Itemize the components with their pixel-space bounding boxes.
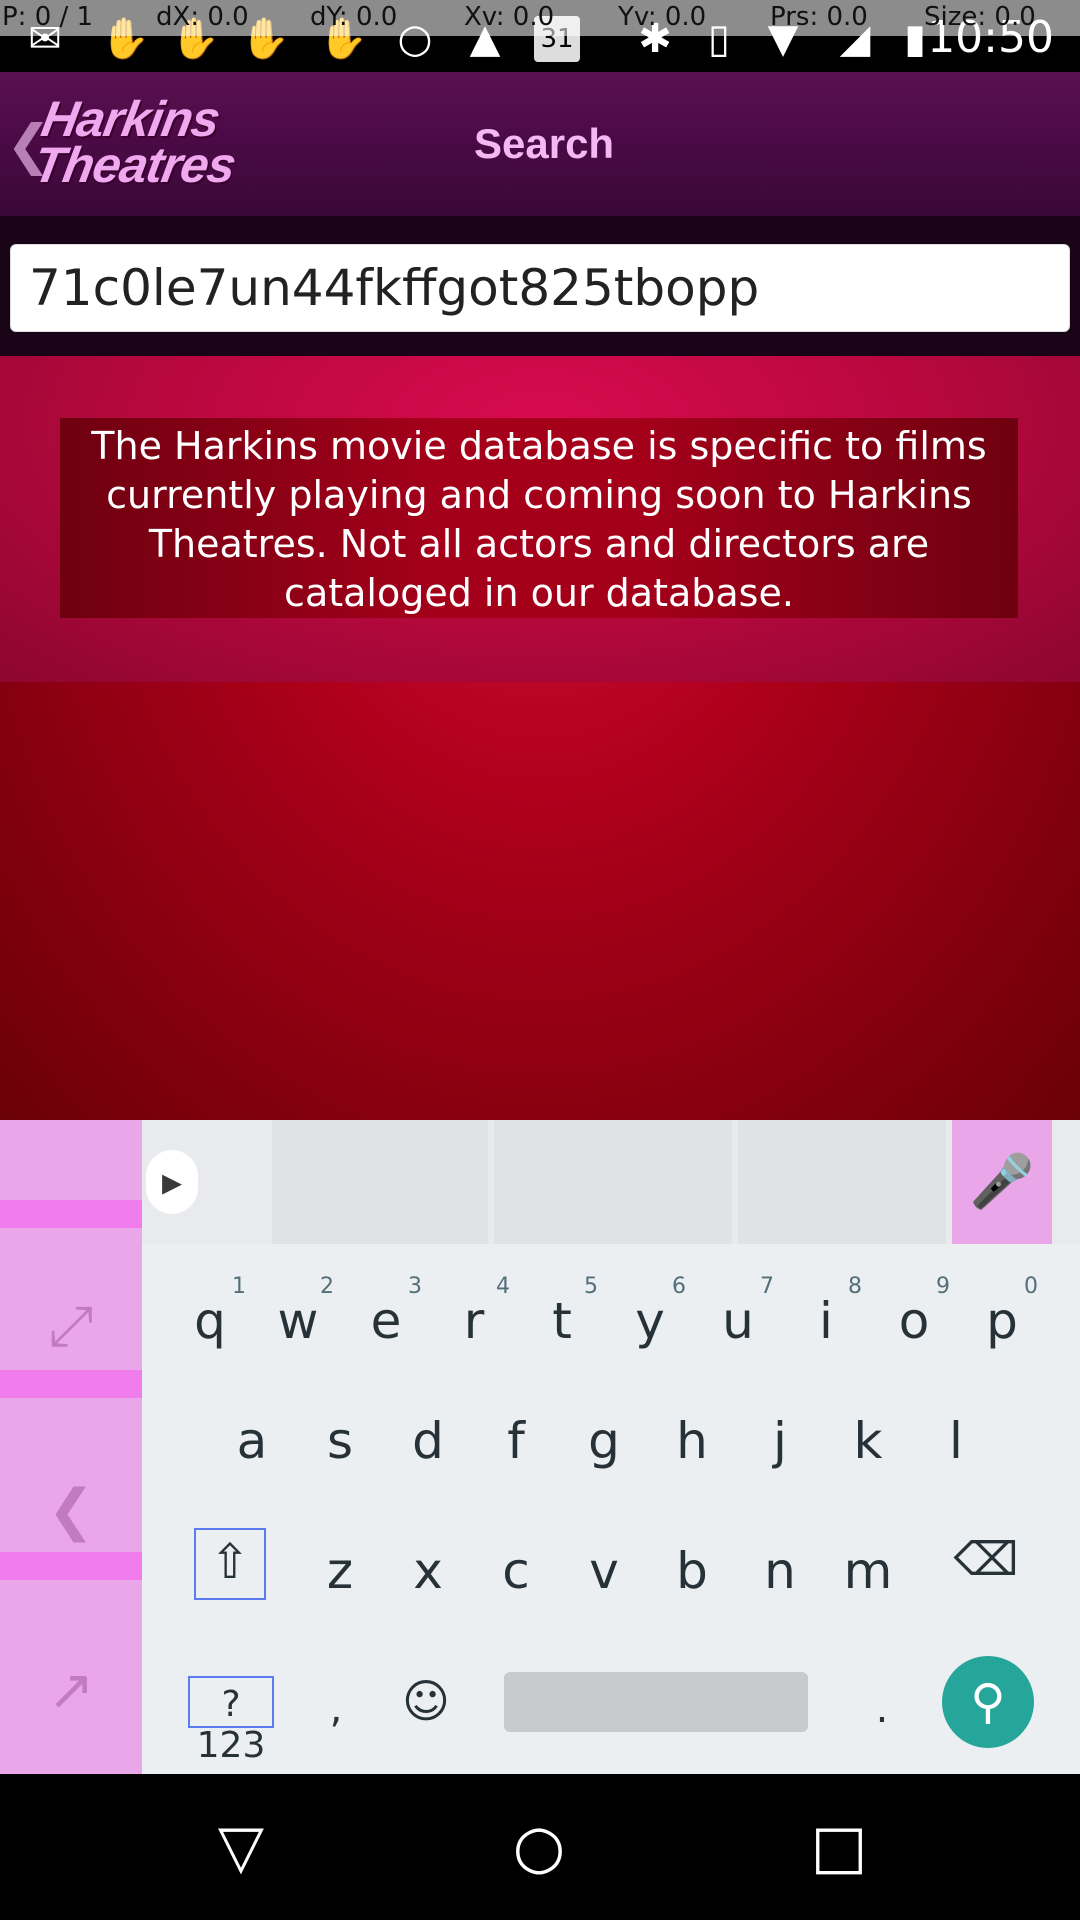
debug-size: Size: 0.0 <box>924 2 1036 32</box>
key-u[interactable]: u7 <box>698 1270 778 1370</box>
search-input[interactable] <box>10 244 1070 332</box>
home-circle-icon[interactable]: ○ <box>504 1812 574 1882</box>
search-key[interactable]: ⚲ <box>942 1656 1034 1748</box>
key-a[interactable]: a <box>212 1390 292 1490</box>
pointer-debug-overlay: P: 0 / 1 dX: 0.0 dY: 0.0 Xv: 0.0 Yv: 0.0… <box>0 0 1080 36</box>
key-s[interactable]: s <box>300 1390 380 1490</box>
key-h[interactable]: h <box>652 1390 732 1490</box>
key-x[interactable]: x <box>388 1520 468 1620</box>
content-area: The Harkins movie database is specific t… <box>0 356 1080 1120</box>
symbols-key[interactable]: ?123 <box>188 1676 274 1766</box>
debug-dx: dX: 0.0 <box>156 2 249 32</box>
key-d[interactable]: d <box>388 1390 468 1490</box>
spacebar[interactable] <box>504 1672 808 1732</box>
key-g[interactable]: g <box>564 1390 644 1490</box>
key-r[interactable]: r4 <box>434 1270 514 1370</box>
search-icon: ⚲ <box>970 1674 1006 1730</box>
key-q[interactable]: q1 <box>170 1270 250 1370</box>
side-panel-separator <box>0 1200 142 1228</box>
shift-key[interactable]: ⇧ <box>194 1528 266 1600</box>
key-k[interactable]: k <box>828 1390 908 1490</box>
key-c[interactable]: c <box>476 1520 556 1620</box>
suggestion-slot[interactable] <box>738 1120 946 1244</box>
side-panel-separator <box>0 1370 142 1398</box>
fullscreen-icon[interactable]: ⤢ <box>36 1292 106 1362</box>
database-notice: The Harkins movie database is specific t… <box>60 418 1018 618</box>
header-search-title: Search <box>474 120 615 167</box>
key-n[interactable]: n <box>740 1520 820 1620</box>
emoji-icon: ☺ <box>402 1674 450 1728</box>
backspace-key[interactable]: ⌫ <box>950 1528 1022 1600</box>
key-l[interactable]: l <box>916 1390 996 1490</box>
navigation-bar: ▽ ○ □ <box>0 1774 1080 1920</box>
debug-xv: Xv: 0.0 <box>464 2 555 32</box>
key-b[interactable]: b <box>652 1520 732 1620</box>
keyboard-side-panel: ⤢ ❮ ↗ <box>0 1120 142 1774</box>
popout-icon[interactable]: ↗ <box>36 1656 106 1726</box>
app-header: ❮ Harkins Theatres Search <box>0 72 1080 216</box>
emoji-key[interactable]: ☺ <box>398 1672 454 1732</box>
chevron-left-icon[interactable]: ❮ <box>36 1476 106 1546</box>
key-j[interactable]: j <box>740 1390 820 1490</box>
chevron-right-icon[interactable]: ▸ <box>146 1150 198 1214</box>
comma-key[interactable]: , <box>324 1680 348 1740</box>
key-f[interactable]: f <box>476 1390 556 1490</box>
debug-dy: dY: 0.0 <box>310 2 398 32</box>
debug-yv: Yv: 0.0 <box>618 2 707 32</box>
back-triangle-icon[interactable]: ▽ <box>206 1812 276 1882</box>
side-panel-separator <box>0 1552 142 1580</box>
mic-icon[interactable]: 🎤 <box>952 1120 1052 1244</box>
soft-keyboard: ▸ 🎤 q1 w2 e3 r4 t5 y6 u7 i8 o9 p0 a s d … <box>142 1120 1080 1774</box>
period-key[interactable]: . <box>870 1680 894 1740</box>
suggestion-slot[interactable] <box>272 1120 488 1244</box>
key-w[interactable]: w2 <box>258 1270 338 1370</box>
suggestion-slot[interactable] <box>494 1120 732 1244</box>
harkins-logo[interactable]: Harkins Theatres <box>29 91 265 193</box>
key-m[interactable]: m <box>828 1520 908 1620</box>
key-t[interactable]: t5 <box>522 1270 602 1370</box>
shift-icon: ⇧ <box>209 1534 251 1590</box>
key-y[interactable]: y6 <box>610 1270 690 1370</box>
logo-line-2: Theatres <box>29 137 240 193</box>
debug-pointer: P: 0 / 1 <box>2 2 94 32</box>
key-e[interactable]: e3 <box>346 1270 426 1370</box>
recents-square-icon[interactable]: □ <box>804 1812 874 1882</box>
debug-prs: Prs: 0.0 <box>770 2 868 32</box>
logo-line-1: Harkins <box>37 91 224 147</box>
key-p[interactable]: p0 <box>962 1270 1042 1370</box>
key-v[interactable]: v <box>564 1520 644 1620</box>
status-bar: ✉ ✋ ✋ ✋ ✋ ○ ▲ 31 ✱ ▯ ▼ ◢ ▮ 10:50 P: 0 / … <box>0 0 1080 72</box>
key-o[interactable]: o9 <box>874 1270 954 1370</box>
key-z[interactable]: z <box>300 1520 380 1620</box>
backspace-icon: ⌫ <box>953 1532 1019 1586</box>
key-i[interactable]: i8 <box>786 1270 866 1370</box>
suggestion-strip: ▸ 🎤 <box>142 1120 1080 1244</box>
